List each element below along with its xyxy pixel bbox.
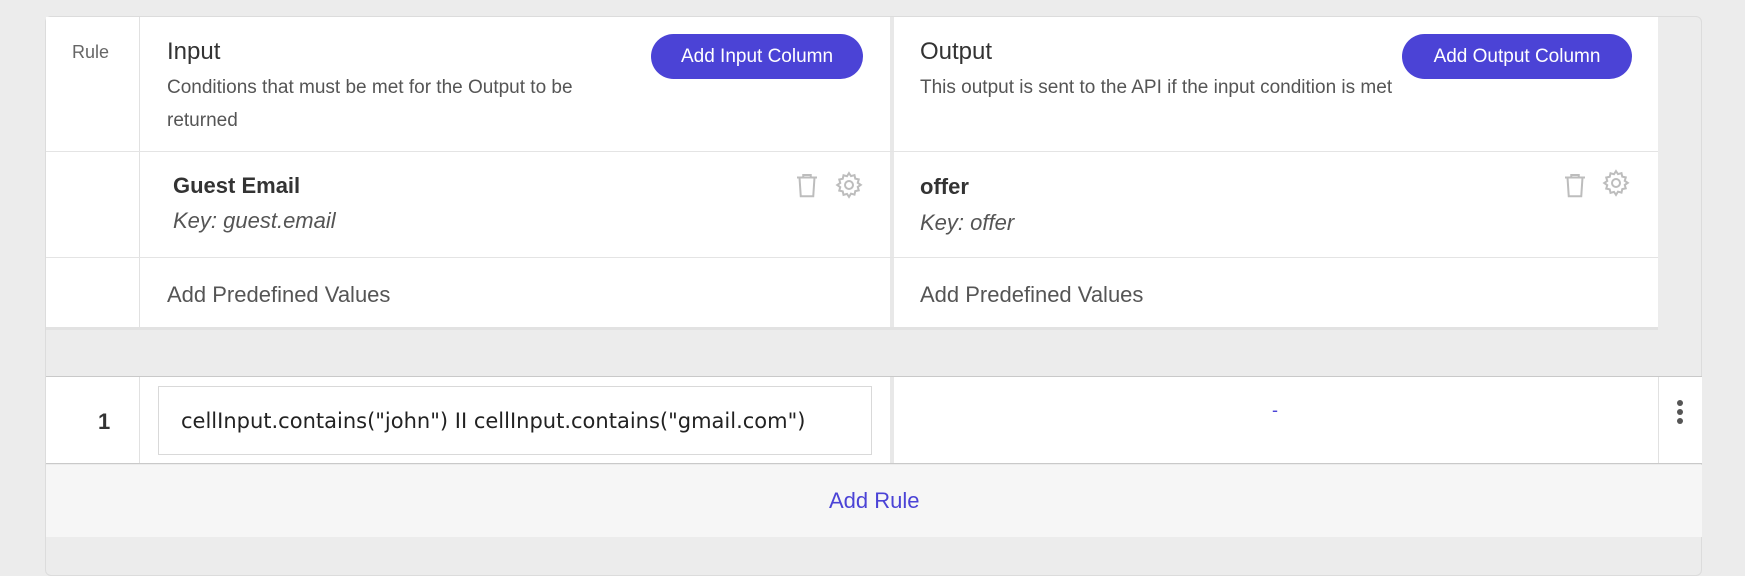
rule-condition-input[interactable]: cellInput.contains("john") II cellInput.… xyxy=(158,386,872,455)
rule-number: 1 xyxy=(98,409,111,434)
trash-icon[interactable] xyxy=(1560,170,1590,200)
rule-output-value[interactable]: - xyxy=(1272,400,1278,421)
output-description: This output is sent to the API if the in… xyxy=(920,77,1393,98)
input-column-key: Key: guest.email xyxy=(173,208,336,233)
rule-header-label: Rule xyxy=(72,42,110,62)
gear-icon[interactable] xyxy=(1601,168,1631,198)
input-column-name: Guest Email xyxy=(173,173,301,198)
input-description: Conditions that must be met for the Outp… xyxy=(167,77,573,131)
trash-icon[interactable] xyxy=(792,170,822,200)
add-rule-button[interactable]: Add Rule xyxy=(829,488,920,514)
gear-icon[interactable] xyxy=(834,170,864,200)
add-output-column-button[interactable]: Add Output Column xyxy=(1402,34,1632,79)
output-column-name: offer xyxy=(920,174,969,199)
more-options-icon[interactable] xyxy=(1673,400,1687,430)
output-column-key: Key: offer xyxy=(920,210,1015,235)
add-input-column-button[interactable]: Add Input Column xyxy=(651,34,863,79)
input-add-predefined-values[interactable]: Add Predefined Values xyxy=(167,282,390,308)
output-title: Output xyxy=(920,38,993,65)
output-add-predefined-values[interactable]: Add Predefined Values xyxy=(920,282,1143,308)
rule-column-header xyxy=(46,17,139,329)
input-title: Input xyxy=(167,38,221,65)
